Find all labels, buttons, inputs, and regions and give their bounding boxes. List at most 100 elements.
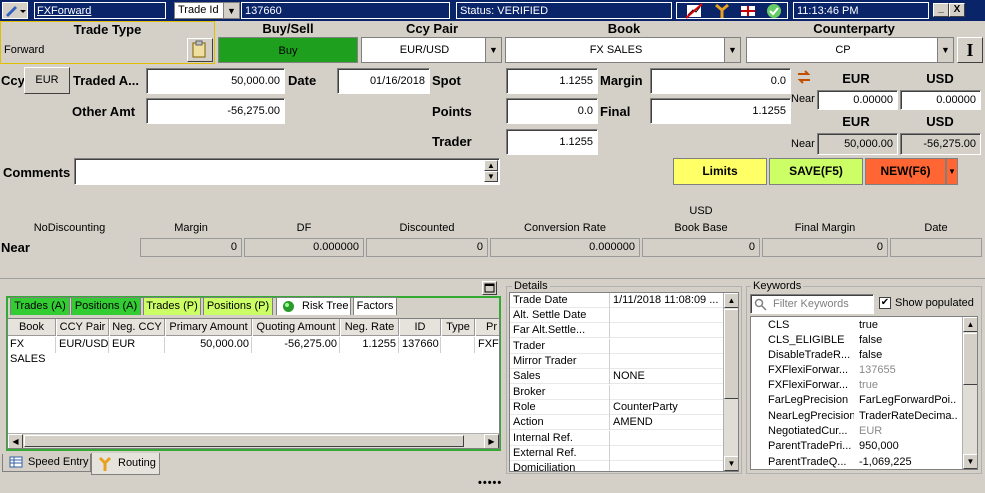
tab-speed-entry[interactable]: Speed Entry bbox=[2, 454, 91, 472]
swap-button[interactable] bbox=[795, 68, 815, 86]
near-usd-field[interactable]: 0.00000 bbox=[900, 90, 981, 110]
scroll-down-button[interactable]: ▼ bbox=[724, 456, 738, 471]
buy-sell-toggle[interactable]: Buy bbox=[218, 37, 358, 63]
ccy-pair-select[interactable]: EUR/USD ▼ bbox=[361, 37, 502, 63]
leg-date-cell[interactable] bbox=[890, 238, 982, 257]
column-header-neg-rate[interactable]: Neg. Rate bbox=[341, 319, 399, 336]
keyword-row[interactable]: FXFlexiForwar... 137655 bbox=[751, 363, 957, 378]
scroll-left-button[interactable]: ◀ bbox=[8, 434, 23, 448]
detail-row[interactable]: Role CounterParty bbox=[510, 400, 724, 415]
column-header-quoting-amount[interactable]: Quoting Amount bbox=[253, 319, 340, 336]
leg-margin-cell[interactable]: 0 bbox=[140, 238, 242, 257]
margin-field[interactable]: 0.0 bbox=[650, 68, 791, 94]
leg-discounted-cell[interactable]: 0 bbox=[366, 238, 488, 257]
scroll-thumb[interactable] bbox=[963, 333, 977, 385]
detail-row[interactable]: Broker bbox=[510, 385, 724, 400]
new-menu-button[interactable]: ▼ bbox=[946, 158, 958, 185]
spot-field[interactable]: 1.1255 bbox=[506, 68, 598, 94]
column-header-product[interactable]: Pr bbox=[476, 319, 499, 336]
chevron-down-icon: ▼ bbox=[724, 38, 740, 62]
details-vertical-scrollbar[interactable]: ▲ ▼ bbox=[723, 293, 738, 471]
trader-field[interactable]: 1.1255 bbox=[506, 129, 598, 155]
ccy-button[interactable]: EUR bbox=[24, 67, 70, 94]
detail-row[interactable]: Alt. Settle Date bbox=[510, 308, 724, 323]
counterparty-select[interactable]: CP ▼ bbox=[746, 37, 954, 63]
cell-neg-rate: 1.1255 bbox=[341, 337, 399, 353]
near-eur-field[interactable]: 0.00000 bbox=[817, 90, 898, 110]
trade-type-picker-button[interactable] bbox=[187, 38, 213, 62]
leg-df-cell[interactable]: 0.000000 bbox=[244, 238, 364, 257]
traded-amount-field[interactable]: 50,000.00 bbox=[146, 68, 285, 94]
tab-factors[interactable]: Factors bbox=[353, 297, 397, 315]
final-field[interactable]: 1.1255 bbox=[650, 98, 791, 124]
keyword-key: FXFlexiForwar... bbox=[768, 364, 849, 376]
keyword-row[interactable]: ParentTradeQ... -1,069,225 bbox=[751, 455, 957, 469]
trade-id-field[interactable]: 137660 bbox=[241, 2, 450, 19]
limits-button[interactable]: Limits bbox=[673, 158, 767, 185]
tab-positions-p[interactable]: Positions (P) bbox=[203, 297, 273, 315]
column-header-id[interactable]: ID bbox=[400, 319, 441, 336]
comments-field[interactable]: ▲ ▼ bbox=[74, 158, 500, 185]
splitter-grip[interactable]: ••••• bbox=[478, 478, 508, 489]
trade-type-field[interactable]: Forward bbox=[0, 37, 215, 64]
leg-book-base-cell[interactable]: 0 bbox=[642, 238, 760, 257]
keywords-vertical-scrollbar[interactable]: ▲ ▼ bbox=[962, 317, 977, 469]
detail-row[interactable]: Action AMEND bbox=[510, 415, 724, 430]
leg-conversion-rate-cell[interactable]: 0.000000 bbox=[490, 238, 640, 257]
keyword-row[interactable]: ParentTradePri... 950,000 bbox=[751, 439, 957, 454]
detail-row[interactable]: Internal Ref. bbox=[510, 431, 724, 446]
tab-trades-p[interactable]: Trades (P) bbox=[143, 297, 201, 315]
scroll-up-button[interactable]: ▲ bbox=[724, 293, 738, 308]
info-button[interactable]: I bbox=[957, 37, 983, 63]
keyword-row[interactable]: FarLegPrecision FarLegForwardPoi... bbox=[751, 393, 957, 408]
minimize-button[interactable]: _ bbox=[933, 3, 949, 17]
show-populated-checkbox[interactable]: ✔ bbox=[879, 297, 891, 309]
detail-row[interactable]: Sales NONE bbox=[510, 369, 724, 384]
other-amt-field[interactable]: -56,275.00 bbox=[146, 98, 285, 124]
new-button[interactable]: NEW(F6) bbox=[865, 158, 946, 185]
scroll-up-button[interactable]: ▲ bbox=[484, 160, 498, 171]
save-button[interactable]: SAVE(F5) bbox=[769, 158, 863, 185]
filter-keywords-input[interactable]: Filter Keywords bbox=[750, 294, 874, 314]
detail-row[interactable]: Mirror Trader bbox=[510, 354, 724, 369]
column-header-ccy-pair[interactable]: CCY Pair bbox=[57, 319, 109, 336]
trade-type-header: Trade Type bbox=[0, 21, 215, 37]
leg-final-margin-cell[interactable]: 0 bbox=[762, 238, 888, 257]
keyword-row[interactable]: NearLegPrecision TraderRateDecima... bbox=[751, 409, 957, 424]
scroll-thumb[interactable] bbox=[724, 309, 738, 399]
id-type-select[interactable]: Trade Id ▼ bbox=[174, 2, 240, 19]
detail-row[interactable]: Trade Date 1/11/2018 11:08:09 ... bbox=[510, 293, 724, 308]
scroll-thumb[interactable] bbox=[24, 435, 464, 447]
column-header-neg-ccy[interactable]: Neg. CCY bbox=[110, 319, 165, 336]
close-button[interactable]: X bbox=[949, 3, 965, 17]
detail-row[interactable]: External Ref. bbox=[510, 446, 724, 461]
scroll-up-button[interactable]: ▲ bbox=[963, 317, 977, 332]
detail-row[interactable]: Domiciliation bbox=[510, 461, 724, 471]
date-field[interactable]: 01/16/2018 bbox=[337, 68, 430, 94]
detail-row[interactable]: Far Alt.Settle... bbox=[510, 323, 724, 338]
scroll-right-button[interactable]: ▶ bbox=[484, 434, 499, 448]
tab-routing[interactable]: Routing bbox=[91, 453, 160, 475]
keyword-row[interactable]: CLS_ELIGIBLE false bbox=[751, 333, 957, 348]
app-icon-button[interactable] bbox=[2, 2, 28, 19]
column-header-type[interactable]: Type bbox=[442, 319, 475, 336]
detail-row[interactable]: Trader bbox=[510, 339, 724, 354]
tab-risk-tree[interactable]: Risk Tree bbox=[276, 297, 351, 315]
book-header: Book bbox=[607, 21, 641, 36]
keyword-row[interactable]: DisableTradeR... false bbox=[751, 348, 957, 363]
maximize-button[interactable] bbox=[482, 281, 497, 295]
keyword-row[interactable]: FXFlexiForwar... true bbox=[751, 378, 957, 393]
scroll-down-button[interactable]: ▼ bbox=[484, 171, 498, 182]
window-menu[interactable]: FXForward bbox=[34, 2, 166, 19]
horizontal-scrollbar[interactable]: ◀ ▶ bbox=[8, 433, 499, 448]
scroll-down-button[interactable]: ▼ bbox=[963, 454, 977, 469]
column-header-book[interactable]: Book bbox=[8, 319, 56, 336]
points-field[interactable]: 0.0 bbox=[506, 98, 598, 124]
detail-value bbox=[609, 323, 613, 338]
tab-trades-a[interactable]: Trades (A) bbox=[10, 297, 70, 315]
keyword-row[interactable]: NegotiatedCur... EUR bbox=[751, 424, 957, 439]
keyword-row[interactable]: CLS true bbox=[751, 318, 957, 333]
column-header-primary-amount[interactable]: Primary Amount bbox=[166, 319, 252, 336]
tab-positions-a[interactable]: Positions (A) bbox=[71, 297, 141, 315]
book-select[interactable]: FX SALES ▼ bbox=[505, 37, 741, 63]
